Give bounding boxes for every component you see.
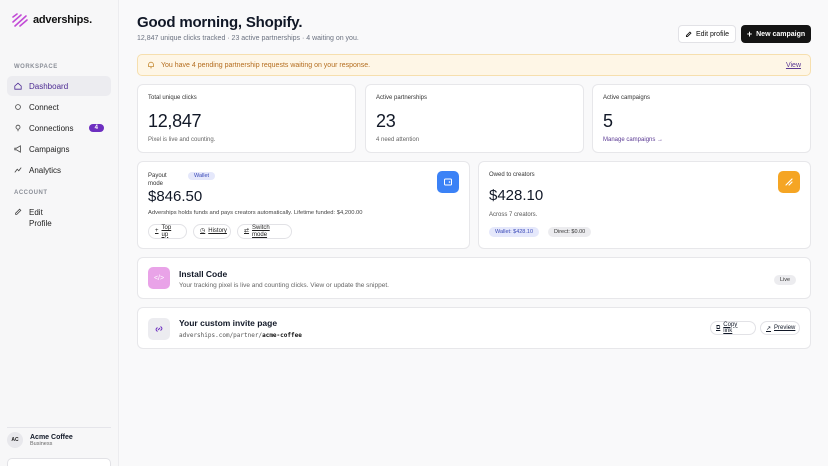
stat-value: 12,847 <box>148 111 202 131</box>
sidebar-item-label: Connections <box>29 123 74 133</box>
sidebar-item-label: Edit Profile <box>29 208 52 228</box>
workspace-section-label: WORKSPACE <box>14 64 58 70</box>
sidebar-item-label: Dashboard <box>29 81 69 91</box>
sidebar-item-label: Connect <box>29 102 59 112</box>
user-profile[interactable]: AC Acme Coffee Business <box>7 432 73 448</box>
code-icon-tile: </> <box>148 267 170 289</box>
install-code-subtitle: Your tracking pixel is live and counting… <box>179 282 389 289</box>
invite-url[interactable]: adverships.com/partner/acme-coffee <box>179 332 302 339</box>
new-campaign-button[interactable]: + New campaign <box>741 25 811 43</box>
edit-profile-button[interactable]: Edit profile <box>678 25 736 43</box>
pending-requests-alert: You have 4 pending partnership requests … <box>137 54 811 76</box>
brand-name: adverships. <box>33 14 92 26</box>
invite-url-slug: acme-coffee <box>262 332 302 339</box>
wallet-icon-tile <box>437 171 459 193</box>
live-status-badge: Live <box>774 275 797 285</box>
stat-card-partnerships: Active partnerships 23 4 need attention <box>365 84 584 153</box>
stat-label: Active partnerships <box>376 95 428 101</box>
sidebar-item-dashboard[interactable]: Dashboard <box>7 76 111 96</box>
home-icon <box>14 82 22 90</box>
edit-icon <box>15 208 22 215</box>
top-up-button[interactable]: + Top up <box>148 224 187 239</box>
new-campaign-label: New campaign <box>756 30 806 38</box>
plus-icon: + <box>155 228 159 235</box>
chart-icon <box>14 167 22 173</box>
copy-link-label: Copy link <box>723 321 738 335</box>
copy-icon: ⧉ <box>716 324 721 331</box>
edit-profile-label: Edit profile <box>695 30 730 38</box>
switch-mode-button[interactable]: ⇄ Switch mode <box>237 224 292 239</box>
pin-icon <box>15 124 21 132</box>
avatar: AC <box>7 432 23 448</box>
stat-value: 23 <box>376 111 396 131</box>
payout-card: Payout mode Wallet $846.50 Adverships ho… <box>137 161 470 249</box>
payout-note: Adverships holds funds and pays creators… <box>148 210 363 216</box>
direct-amount-pill: Direct: $0.00 <box>548 227 592 237</box>
preview-label: Preview <box>774 325 796 331</box>
stat-card-clicks: Total unique clicks 12,847 Pixel is live… <box>137 84 356 153</box>
history-label: History <box>208 228 227 235</box>
logo[interactable]: adverships. <box>12 13 92 27</box>
install-code-card: </> Install Code Your tracking pixel is … <box>137 257 811 299</box>
invite-url-prefix: adverships.com/partner/ <box>179 332 263 339</box>
view-link[interactable]: View <box>786 62 801 69</box>
owed-label: Owed to creators <box>489 172 535 178</box>
owed-note: Across 7 creators. <box>489 212 538 218</box>
sidebar-footer-button[interactable] <box>7 458 111 466</box>
coins-icon-tile <box>778 171 800 193</box>
stat-note: Pixel is live and counting. <box>148 137 216 143</box>
wallet-icon <box>444 178 452 186</box>
sidebar-item-label: Campaigns <box>29 144 70 154</box>
sidebar-item-connect[interactable]: Connect <box>7 97 111 117</box>
bell-icon <box>148 61 154 69</box>
stat-value: 5 <box>603 111 613 131</box>
payout-amount: $846.50 <box>148 188 203 205</box>
divider <box>7 427 111 428</box>
sidebar-item-edit-profile[interactable]: Edit Profile <box>7 204 111 230</box>
coins-icon <box>785 178 793 186</box>
stat-card-campaigns: Active campaigns 5 Manage campaigns → <box>592 84 811 153</box>
clock-icon: ◷ <box>200 228 206 235</box>
wallet-badge: Wallet <box>188 172 216 180</box>
link-icon-tile <box>148 318 170 340</box>
logo-mark-icon <box>12 13 28 27</box>
owed-amount: $428.10 <box>489 187 544 204</box>
user-name: Acme Coffee <box>30 433 73 441</box>
history-button[interactable]: ◷ History <box>193 224 231 239</box>
link-icon <box>15 104 21 110</box>
owed-card: Owed to creators $428.10 Across 7 creato… <box>478 161 811 249</box>
invite-page-title: Your custom invite page <box>179 318 278 328</box>
wallet-amount-pill: Wallet: $428.10 <box>489 227 540 237</box>
payout-mode-label: Payout mode <box>148 173 167 187</box>
user-plan: Business <box>30 440 53 447</box>
page-subtitle: 12,847 unique clicks tracked · 23 active… <box>137 35 359 42</box>
copy-link-button[interactable]: ⧉ Copy link <box>710 321 756 335</box>
switch-icon: ⇄ <box>244 228 250 235</box>
preview-button[interactable]: ↗ Preview <box>760 321 800 335</box>
stat-label: Total unique clicks <box>148 95 197 101</box>
plus-icon: + <box>746 28 753 39</box>
megaphone-icon <box>14 145 21 153</box>
stat-label: Active campaigns <box>603 95 651 101</box>
sidebar-item-campaigns[interactable]: Campaigns <box>7 139 111 159</box>
main-content: Good morning, Shopify. 12,847 unique cli… <box>119 0 828 466</box>
sidebar-item-label: Analytics <box>29 165 62 175</box>
page-title: Good morning, Shopify. <box>137 14 303 31</box>
sidebar: adverships. WORKSPACE Dashboard Connect … <box>0 0 119 466</box>
manage-campaigns-link[interactable]: Manage campaigns → <box>603 137 663 143</box>
sidebar-item-connections[interactable]: Connections 4 <box>7 118 111 138</box>
account-section-label: ACCOUNT <box>14 190 48 196</box>
top-up-label: Top up <box>161 225 172 238</box>
link-icon <box>155 326 163 332</box>
sidebar-item-analytics[interactable]: Analytics <box>7 160 111 180</box>
alert-text: You have 4 pending partnership requests … <box>161 61 371 69</box>
external-link-icon: ↗ <box>766 325 772 332</box>
connections-count-badge: 4 <box>88 124 104 132</box>
stat-note: 4 need attention <box>376 137 420 143</box>
code-icon: </> <box>153 274 165 282</box>
edit-icon <box>685 30 692 37</box>
install-code-title: Install Code <box>179 269 228 279</box>
switch-mode-label: Switch mode <box>252 225 270 238</box>
invite-page-card: Your custom invite page adverships.com/p… <box>137 307 811 349</box>
